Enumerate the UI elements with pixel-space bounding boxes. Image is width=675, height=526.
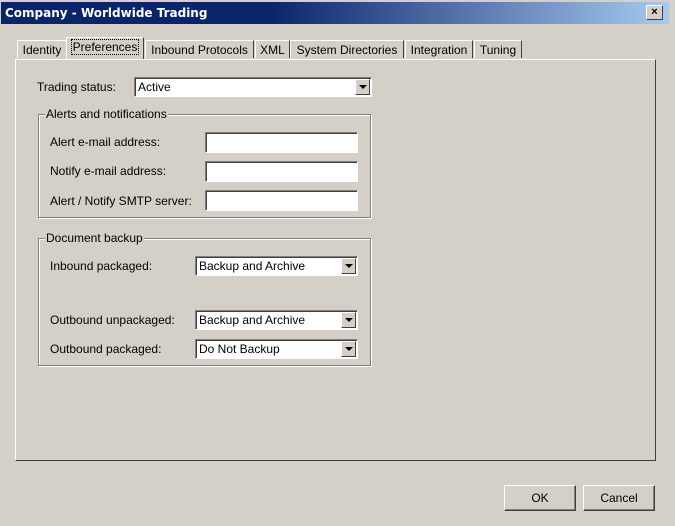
ok-button[interactable]: OK bbox=[504, 485, 576, 511]
backup-group-title: Document backup bbox=[45, 231, 144, 245]
tab-preferences[interactable]: Preferences bbox=[66, 37, 144, 59]
smtp-server-label: Alert / Notify SMTP server: bbox=[50, 194, 192, 208]
outbound-packaged-value: Do Not Backup bbox=[199, 342, 280, 356]
inbound-packaged-label: Inbound packaged: bbox=[50, 259, 153, 273]
window-title: Company - Worldwide Trading bbox=[5, 6, 208, 20]
tab-system-directories-label: System Directories bbox=[296, 43, 398, 57]
outbound-packaged-label: Outbound packaged: bbox=[50, 342, 162, 356]
outbound-unpackaged-label: Outbound unpackaged: bbox=[50, 313, 175, 327]
tab-tuning-label: Tuning bbox=[479, 43, 517, 57]
outbound-unpackaged-value: Backup and Archive bbox=[199, 313, 306, 327]
tab-xml[interactable]: XML bbox=[255, 40, 290, 58]
chevron-down-icon[interactable] bbox=[341, 341, 356, 357]
alert-email-label: Alert e-mail address: bbox=[50, 135, 161, 149]
tab-integration[interactable]: Integration bbox=[405, 40, 473, 58]
chevron-down-icon[interactable] bbox=[341, 258, 356, 274]
alerts-group-title: Alerts and notifications bbox=[45, 107, 168, 121]
tab-xml-label: XML bbox=[260, 43, 285, 57]
dialog-window: Company - Worldwide Trading × Identity P… bbox=[0, 0, 675, 526]
outbound-packaged-select[interactable]: Do Not Backup bbox=[195, 339, 358, 359]
notify-email-label: Notify e-mail address: bbox=[50, 164, 167, 178]
chevron-down-icon[interactable] bbox=[341, 312, 356, 328]
trading-status-label: Trading status: bbox=[37, 80, 116, 94]
tab-preferences-label: Preferences bbox=[70, 39, 140, 55]
tab-tuning[interactable]: Tuning bbox=[474, 40, 522, 58]
tab-inbound-protocols-label: Inbound Protocols bbox=[151, 43, 248, 57]
outbound-unpackaged-select[interactable]: Backup and Archive bbox=[195, 310, 358, 330]
tab-system-directories[interactable]: System Directories bbox=[290, 40, 404, 58]
title-bar[interactable]: Company - Worldwide Trading × bbox=[1, 2, 669, 24]
tab-identity-label: Identity bbox=[22, 43, 62, 57]
inbound-packaged-value: Backup and Archive bbox=[199, 259, 306, 273]
tab-integration-label: Integration bbox=[410, 43, 468, 57]
tab-inbound-protocols[interactable]: Inbound Protocols bbox=[145, 40, 254, 58]
smtp-server-field[interactable] bbox=[205, 190, 358, 211]
trading-status-value: Active bbox=[138, 80, 171, 94]
alert-email-field[interactable] bbox=[205, 132, 358, 153]
notify-email-field[interactable] bbox=[205, 161, 358, 182]
tab-identity[interactable]: Identity bbox=[17, 40, 67, 58]
close-icon[interactable]: × bbox=[646, 5, 663, 20]
cancel-button[interactable]: Cancel bbox=[583, 485, 655, 511]
inbound-packaged-select[interactable]: Backup and Archive bbox=[195, 256, 358, 276]
trading-status-select[interactable]: Active bbox=[134, 77, 372, 97]
chevron-down-icon[interactable] bbox=[355, 79, 370, 95]
